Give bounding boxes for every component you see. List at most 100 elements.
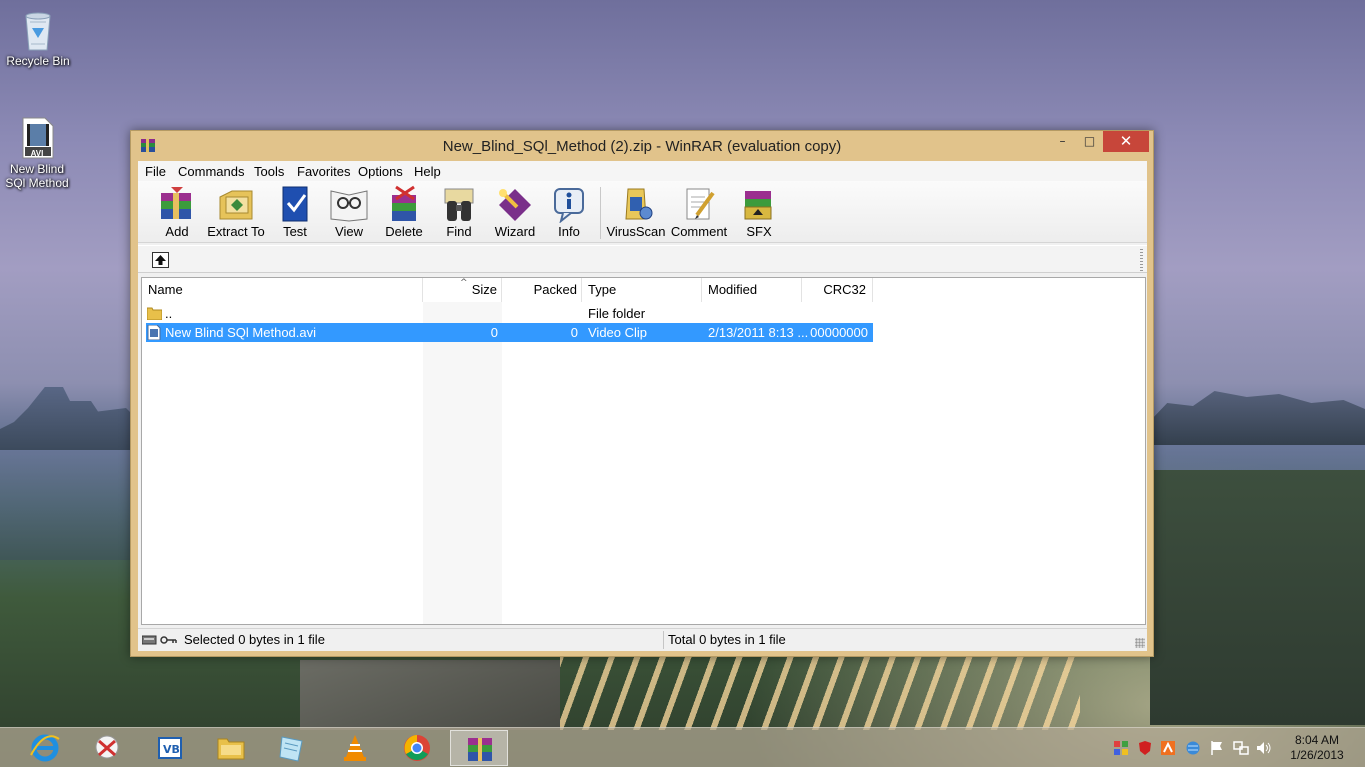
file-row-parent-folder[interactable]: .. File folder [146,304,873,323]
toolbar-grip[interactable] [1140,249,1143,271]
file-crc32: 00000000 [810,325,868,340]
column-header-name[interactable]: Name [142,278,423,302]
tray-network-globe-icon[interactable] [1185,740,1201,756]
toolbar-label: Find [446,224,472,239]
tray-action-center-flag-icon[interactable] [1209,740,1225,756]
taskbar-vlc[interactable] [326,730,384,766]
toolbar-extract-to-button[interactable]: Extract To [206,185,266,239]
virusscan-icon [625,188,653,220]
maximize-button[interactable]: □ [1076,131,1103,152]
toolbar-wizard-button[interactable]: Wizard [485,185,545,239]
close-button[interactable]: ✕ [1103,131,1149,152]
taskbar-file-explorer[interactable] [202,730,260,766]
tray-network-icon[interactable] [1233,740,1249,756]
up-one-level-button[interactable] [152,252,169,268]
taskbar-clock[interactable]: 8:04 AM 1/26/2013 [1280,733,1354,763]
avi-badge: AVI [30,149,44,158]
toolbar-info-button[interactable]: Info [539,185,599,239]
background-skyline-left [0,387,140,450]
toolbar: Add Extract To Test View Delete Find Wiz… [138,181,1147,243]
svg-text:VB: VB [163,743,180,756]
column-header-packed[interactable]: Packed [502,278,582,302]
toolbar-test-button[interactable]: Test [265,185,325,239]
toolbar-virusscan-button[interactable]: VirusScan [606,185,666,239]
add-archive-icon [161,187,191,219]
wizard-icon [499,189,531,221]
snipping-tool-icon [95,735,119,759]
title-bar[interactable]: New_Blind_SQl_Method (2).zip - WinRAR (e… [131,131,1153,161]
toolbar-label: Delete [385,224,423,239]
find-binoculars-icon [444,188,474,221]
file-row-selected[interactable]: New Blind SQl Method.avi 0 0 Video Clip … [146,323,873,342]
column-header-crc32[interactable]: CRC32 [802,278,873,302]
desktop-icon-label: Recycle Bin [6,54,70,68]
toolbar-label: View [335,224,363,239]
window-title: New_Blind_SQl_Method (2).zip - WinRAR (e… [442,138,842,155]
taskbar-internet-explorer[interactable] [16,730,74,766]
toolbar-comment-button[interactable]: Comment [669,185,729,239]
file-size: 0 [490,325,498,340]
menu-commands[interactable]: Commands [178,164,244,179]
test-icon [282,186,308,222]
notepad-icon [279,736,303,762]
toolbar-find-button[interactable]: Find [429,185,489,239]
clock-time: 8:04 AM [1294,733,1340,747]
avi-file-icon: AVI [17,116,57,160]
file-type: File folder [588,306,646,321]
menu-options[interactable]: Options [358,164,403,179]
sfx-icon [744,191,772,220]
desktop-icon-avi-file[interactable]: AVI New Blind SQl Method [0,116,74,190]
taskbar-winrar[interactable] [450,730,508,766]
resize-grip[interactable] [1135,638,1145,648]
taskbar-snipping-tool[interactable] [78,730,136,766]
taskbar-virtualbox[interactable]: VB [141,730,199,766]
winrar-window: New_Blind_SQl_Method (2).zip - WinRAR (e… [130,130,1154,657]
taskbar-chrome[interactable] [388,730,446,766]
tray-colorful-icon[interactable] [1113,740,1129,756]
clock-date: 1/26/2013 [1290,748,1344,762]
folder-icon [147,307,162,320]
minimize-button[interactable]: – [1049,131,1076,152]
status-bar: Selected 0 bytes in 1 file Total 0 bytes… [138,628,1147,650]
video-file-icon [147,325,161,340]
desktop-icon-recycle-bin[interactable]: Recycle Bin [1,8,75,68]
menu-file[interactable]: File [145,164,166,179]
file-modified: 2/13/2011 8:13 ... [708,325,809,340]
menu-bar: File Commands Tools Favorites Options He… [138,161,1147,181]
toolbar-label: Info [558,224,580,239]
file-packed: 0 [570,325,578,340]
status-total-text: Total 0 bytes in 1 file [668,632,786,647]
sorted-column-shading [423,302,502,624]
vlc-icon [344,735,366,761]
column-header-modified[interactable]: Modified [702,278,802,302]
tray-antivirus-icon[interactable] [1160,740,1176,756]
file-name: New Blind SQl Method.avi [165,325,317,340]
taskbar: VB 8:04 AM 1/26/2013 [0,727,1365,767]
toolbar-sfx-button[interactable]: SFX [729,185,789,239]
toolbar-label: SFX [746,224,772,239]
column-header-size[interactable]: Size [423,278,502,302]
column-header-type[interactable]: Type [582,278,702,302]
arrow-up-icon [155,255,166,265]
background-bridge [1150,470,1365,725]
tray-volume-icon[interactable] [1256,740,1272,756]
menu-favorites[interactable]: Favorites [297,164,350,179]
taskbar-notepad[interactable] [263,730,321,766]
comment-icon [686,188,715,220]
desktop-icon-label: New Blind SQl Method [5,162,69,190]
toolbar-view-button[interactable]: View [319,185,379,239]
window-client: File Commands Tools Favorites Options He… [138,161,1147,651]
chrome-icon [404,735,430,761]
file-type: Video Clip [588,325,648,340]
toolbar-delete-button[interactable]: Delete [374,185,434,239]
menu-help[interactable]: Help [414,164,441,179]
info-icon [554,188,584,223]
winrar-icon [468,738,492,761]
view-icon [330,190,368,222]
menu-tools[interactable]: Tools [254,164,284,179]
toolbar-add-button[interactable]: Add [147,185,207,239]
drive-key-icon[interactable] [142,633,178,646]
toolbar-label: Add [165,224,189,239]
tray-shield-icon[interactable] [1137,740,1153,756]
file-explorer-icon [217,738,245,760]
